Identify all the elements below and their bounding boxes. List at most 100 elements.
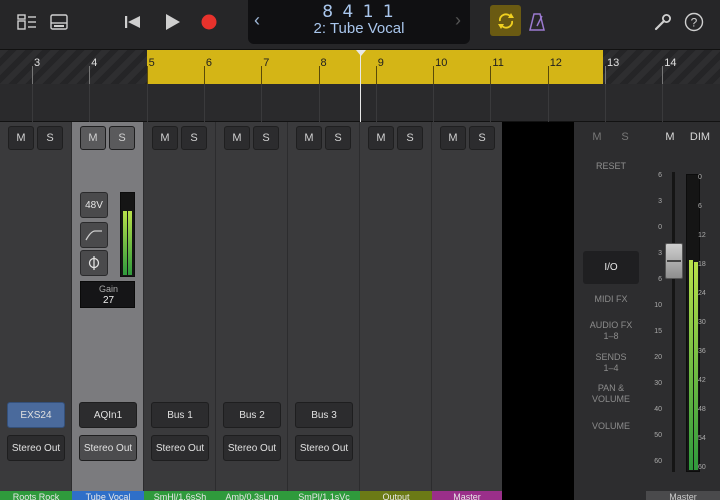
master-mute[interactable]: M: [661, 131, 679, 143]
channel-name-7[interactable]: Master: [432, 491, 502, 500]
bar-grid-line: [490, 84, 492, 122]
solo-button-1[interactable]: S: [37, 126, 63, 150]
ruler-bar-number: 9: [377, 57, 384, 69]
bar-grid-line: [662, 84, 664, 122]
bar-grid-line: [261, 84, 263, 122]
tab-pan-volume[interactable]: PAN & VOLUME: [583, 383, 639, 405]
ruler-bar-number: 3: [34, 57, 41, 69]
output-slot-5[interactable]: Stereo Out: [295, 435, 353, 461]
input-slot-4[interactable]: Bus 2: [223, 402, 281, 428]
channel-name-6[interactable]: Output: [360, 491, 432, 500]
mute-button-6[interactable]: M: [368, 126, 394, 150]
low-cut-icon: [85, 230, 102, 241]
bar-grid-line: [433, 84, 435, 122]
ruler-tick: [318, 66, 320, 84]
next-track-icon[interactable]: ›: [455, 10, 461, 31]
output-slot-2[interactable]: Stereo Out: [79, 435, 137, 461]
input-slot-3[interactable]: Bus 1: [151, 402, 209, 428]
mute-button-4[interactable]: M: [224, 126, 250, 150]
ruler-tick: [146, 66, 148, 84]
cycle-icon: [497, 12, 514, 29]
channel-name-2[interactable]: Tube Vocal: [72, 491, 144, 500]
low-cut-button[interactable]: [80, 222, 108, 248]
input-slot-2[interactable]: AQIn1: [79, 402, 137, 428]
rewind-button[interactable]: [116, 8, 150, 36]
phase-icon: [88, 256, 100, 270]
tab-midi-fx[interactable]: MIDI FX: [583, 294, 639, 305]
playhead-handle[interactable]: [356, 50, 366, 56]
control-bar: ‹ 8 4 1 1 2: Tube Vocal › ?: [0, 0, 720, 50]
tab-volume[interactable]: VOLUME: [583, 421, 639, 432]
instrument-slot-1[interactable]: EXS24: [7, 402, 65, 428]
gain-control[interactable]: Gain 27: [80, 281, 135, 308]
solo-button-3[interactable]: S: [181, 126, 207, 150]
mute-button-2[interactable]: M: [80, 126, 106, 150]
inspector-mute[interactable]: M: [588, 131, 606, 143]
channel-name-5[interactable]: SmPl/1.1sVc: [288, 491, 360, 500]
fader-scale-mark: 40: [654, 406, 662, 413]
bar-grid-line: [547, 84, 549, 122]
bar-grid-line: [375, 84, 377, 122]
fader-scale-mark: 10: [654, 302, 662, 309]
ruler-bar-number: 5: [148, 57, 155, 69]
master-fader-handle[interactable]: [665, 243, 683, 279]
mute-button-3[interactable]: M: [152, 126, 178, 150]
meter-scale-mark: 54: [698, 435, 706, 442]
selected-track-name: 2: Tube Vocal: [313, 20, 405, 37]
input-slot-5[interactable]: Bus 3: [295, 402, 353, 428]
inspector-solo[interactable]: S: [616, 131, 634, 143]
browser-icon[interactable]: [10, 8, 44, 36]
channel-strip-7[interactable]: [432, 122, 504, 492]
fader-scale-mark: 3: [658, 250, 662, 257]
ruler-bar-number: 8: [320, 57, 327, 69]
phantom-power-button[interactable]: 48V: [80, 192, 108, 218]
meter-scale-mark: 60: [698, 464, 706, 471]
channel-name-1[interactable]: Roots Rock: [0, 491, 72, 500]
play-button[interactable]: [155, 8, 189, 36]
metronome-icon[interactable]: [520, 8, 554, 36]
help-icon[interactable]: ?: [677, 8, 711, 36]
output-slot-1[interactable]: Stereo Out: [7, 435, 65, 461]
meter-scale-mark: 6: [698, 203, 702, 210]
reset-button[interactable]: RESET: [583, 161, 639, 171]
bar-grid-line: [146, 84, 148, 122]
solo-button-5[interactable]: S: [325, 126, 351, 150]
dim-button[interactable]: DIM: [686, 131, 714, 143]
mute-button-5[interactable]: M: [296, 126, 322, 150]
ruler-bar-number: 11: [492, 57, 504, 69]
ruler-tick: [375, 66, 377, 84]
input-level-meter: [120, 192, 135, 277]
output-slot-3[interactable]: Stereo Out: [151, 435, 209, 461]
cycle-button[interactable]: [490, 5, 521, 36]
channel-strip-6[interactable]: [360, 122, 432, 492]
meter-scale-mark: 42: [698, 377, 706, 384]
mute-button-7[interactable]: M: [440, 126, 466, 150]
playhead-position: 8 4 1 1: [322, 2, 396, 22]
mixer-view-icon[interactable]: [42, 8, 76, 36]
solo-button-6[interactable]: S: [397, 126, 423, 150]
channel-name-4[interactable]: Amb/0.3sLng: [216, 491, 288, 500]
channel-name-3[interactable]: SmHl/1.6sSh: [144, 491, 216, 500]
tab-sends[interactable]: SENDS 1–4: [583, 352, 639, 374]
fader-scale-mark: 30: [654, 380, 662, 387]
settings-wrench-icon[interactable]: [646, 8, 680, 36]
solo-button-7[interactable]: S: [469, 126, 495, 150]
solo-button-4[interactable]: S: [253, 126, 279, 150]
tab-io[interactable]: I/O: [583, 251, 639, 284]
empty-mixer-space: [502, 122, 574, 500]
fader-scale-mark: 50: [654, 432, 662, 439]
output-slot-4[interactable]: Stereo Out: [223, 435, 281, 461]
bar-grid-line: [89, 84, 91, 122]
solo-button-2[interactable]: S: [109, 126, 135, 150]
lcd-display[interactable]: ‹ 8 4 1 1 2: Tube Vocal ›: [248, 0, 470, 44]
mute-button-1[interactable]: M: [8, 126, 34, 150]
meter-scale-mark: 0: [698, 174, 702, 181]
phase-invert-button[interactable]: [80, 250, 108, 276]
ruler-tick: [89, 66, 91, 84]
ruler-tick: [605, 66, 606, 84]
tab-audio-fx[interactable]: AUDIO FX 1–8: [583, 320, 639, 342]
master-fader-track[interactable]: [672, 172, 675, 472]
fader-scale-mark: 3: [658, 198, 662, 205]
record-button[interactable]: [192, 8, 226, 36]
ruler-bar-number: 10: [435, 57, 448, 69]
